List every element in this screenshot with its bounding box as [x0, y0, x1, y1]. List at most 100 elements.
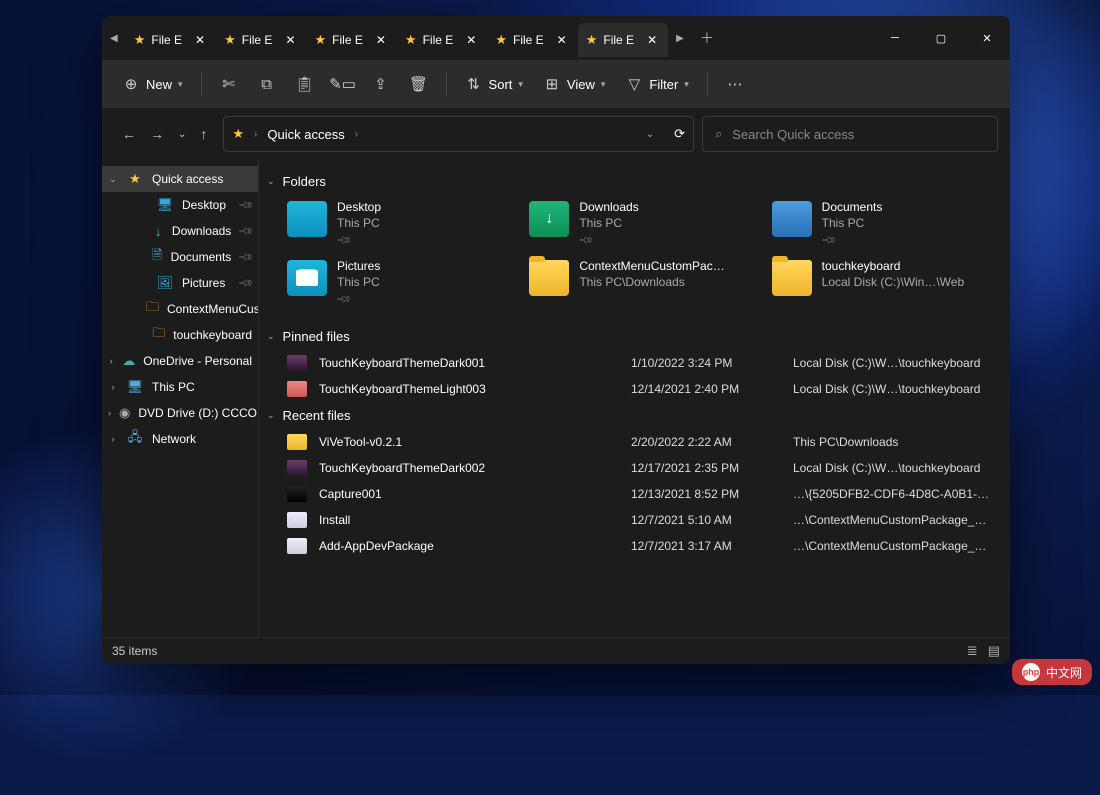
sort-icon: ⇅ — [465, 75, 483, 93]
file-date: 12/14/2021 2:40 PM — [631, 382, 781, 396]
filter-button[interactable]: ▽ Filter ▾ — [617, 69, 696, 99]
large-icons-button[interactable]: ▤ — [988, 643, 1000, 659]
star-icon: ★ — [224, 32, 236, 48]
details-view-button[interactable]: ≣ — [967, 643, 978, 659]
file-row[interactable]: TouchKeyboardThemeLight00312/14/2021 2:4… — [267, 376, 994, 402]
maximize-button[interactable]: ▢ — [918, 22, 964, 54]
folder-location: This PC — [337, 274, 380, 290]
folder-item[interactable]: 🖼︎PicturesThis PC📌︎ — [287, 258, 509, 307]
sidebar-item[interactable]: 🗀ContextMenuCust — [102, 296, 258, 322]
view-button[interactable]: ⊞ View ▾ — [535, 69, 613, 99]
plus-circle-icon: ⊕ — [122, 75, 140, 93]
sidebar-label: Downloads — [172, 224, 231, 238]
recent-locations-button[interactable]: ⌄ — [178, 129, 186, 140]
rename-button[interactable]: ✎▭ — [326, 69, 360, 99]
tab[interactable]: ★ File E ✕ — [126, 23, 216, 57]
tab-active[interactable]: ★ File E ✕ — [578, 23, 668, 57]
chevron-icon: › — [108, 356, 114, 366]
statusbar: 35 items ≣ ▤ — [102, 637, 1010, 664]
new-tab-button[interactable]: ＋ — [692, 28, 722, 48]
chevron-down-icon: ⌄ — [267, 331, 275, 342]
file-row[interactable]: Capture00112/13/2021 8:52 PM…\{5205DFB2-… — [267, 481, 994, 507]
star-icon: ★ — [126, 171, 144, 187]
tab[interactable]: ★ File E ✕ — [397, 23, 487, 57]
downloads-icon: ↓ — [152, 223, 164, 239]
sidebar-item[interactable]: 🗀touchkeyboard — [102, 322, 258, 348]
group-header-pinned[interactable]: ⌄ Pinned files — [267, 323, 994, 350]
sidebar-item[interactable]: 🗎Documents📌︎ — [102, 244, 258, 270]
file-row[interactable]: Add-AppDevPackage12/7/2021 3:17 AM…\Cont… — [267, 533, 994, 559]
address-segment[interactable]: Quick access — [267, 127, 344, 142]
group-header-folders[interactable]: ⌄ Folders — [267, 168, 994, 195]
star-icon: ★ — [315, 32, 327, 48]
paste-button[interactable]: 📋︎ — [288, 69, 322, 99]
folder-item[interactable]: ContextMenuCustomPac…This PC\Downloads — [529, 258, 751, 307]
file-row[interactable]: Install12/7/2021 5:10 AM…\ContextMenuCus… — [267, 507, 994, 533]
tab[interactable]: ★ File E ✕ — [216, 23, 306, 57]
chevron-icon: › — [108, 382, 118, 392]
sidebar-label: DVD Drive (D:) CCCO — [138, 406, 257, 420]
up-button[interactable]: ↑ — [200, 126, 207, 142]
folder-item[interactable]: touchkeyboardLocal Disk (C:)\Win…\Web — [772, 258, 994, 307]
close-icon[interactable]: ✕ — [278, 30, 302, 50]
pin-icon: 📌︎ — [237, 197, 254, 214]
pin-icon: 📌︎ — [576, 232, 595, 251]
dvd-icon: ◉ — [119, 405, 130, 421]
group-header-recent[interactable]: ⌄ Recent files — [267, 402, 994, 429]
file-thumbnail-icon — [287, 538, 307, 554]
sidebar-label: Documents — [171, 250, 232, 264]
sidebar-item[interactable]: ›🖥︎This PC — [102, 374, 258, 400]
new-button[interactable]: ⊕ New ▾ — [114, 69, 191, 99]
sidebar: ⌄★Quick access🖥︎Desktop📌︎ ↓ Downloads 📌︎ 🗎Do… — [102, 160, 259, 637]
address-dropdown[interactable]: ⌄ — [646, 129, 654, 140]
sort-button[interactable]: ⇅ Sort ▾ — [457, 69, 531, 99]
delete-button[interactable]: 🗑︎ — [402, 69, 436, 99]
close-icon[interactable]: ✕ — [459, 30, 483, 50]
sidebar-item[interactable]: 🖼︎Pictures📌︎ — [102, 270, 258, 296]
folder-name: ContextMenuCustomPac… — [579, 258, 724, 274]
close-icon[interactable]: ✕ — [188, 30, 212, 50]
sidebar-item[interactable]: ↓Downloads📌︎ — [102, 218, 258, 244]
file-location: Local Disk (C:)\W…\touchkeyboard — [793, 356, 994, 370]
folder-name: Pictures — [337, 258, 380, 274]
tab-scroll-right[interactable]: ▶ — [668, 33, 692, 44]
cut-button[interactable]: ✄ — [212, 69, 246, 99]
folder-location: This PC — [579, 215, 638, 231]
copy-button[interactable]: ⧉ — [250, 70, 284, 99]
file-name: Install — [319, 513, 619, 527]
more-button[interactable]: ⋯ — [718, 69, 752, 99]
tab-scroll-left[interactable]: ◀ — [102, 33, 126, 44]
file-row[interactable]: ViVeTool-v0.2.12/20/2022 2:22 AMThis PC\… — [267, 429, 994, 455]
close-icon[interactable]: ✕ — [369, 30, 393, 50]
sidebar-item[interactable]: ›🖧Network — [102, 426, 258, 452]
refresh-button[interactable]: ⟳ — [674, 126, 685, 142]
tab[interactable]: ★ File E ✕ — [307, 23, 397, 57]
sidebar-item[interactable]: ›☁OneDrive - Personal — [102, 348, 258, 374]
folder-item[interactable]: ↓DownloadsThis PC📌︎ — [529, 199, 751, 248]
sort-label: Sort — [489, 77, 513, 92]
folder-item[interactable]: DocumentsThis PC📌︎ — [772, 199, 994, 248]
file-row[interactable]: TouchKeyboardThemeDark0011/10/2022 3:24 … — [267, 350, 994, 376]
cut-icon: ✄ — [220, 75, 238, 93]
window-controls: ─ ▢ ✕ — [872, 22, 1010, 54]
file-location: Local Disk (C:)\W…\touchkeyboard — [793, 461, 994, 475]
share-button[interactable]: ⇪ — [364, 69, 398, 99]
close-button[interactable]: ✕ — [964, 22, 1010, 54]
folder-location: This PC — [822, 215, 883, 231]
forward-button[interactable]: → — [150, 126, 164, 142]
address-bar[interactable]: ★ › Quick access › ⌄ ⟳ — [223, 116, 694, 152]
close-icon[interactable]: ✕ — [640, 30, 664, 50]
folder-item[interactable]: DesktopThis PC📌︎ — [287, 199, 509, 248]
sidebar-item[interactable]: 🖥︎Desktop📌︎ — [102, 192, 258, 218]
back-button[interactable]: ← — [122, 126, 136, 142]
file-row[interactable]: TouchKeyboardThemeDark00212/17/2021 2:35… — [267, 455, 994, 481]
minimize-button[interactable]: ─ — [872, 22, 918, 54]
sidebar-item[interactable]: ›◉DVD Drive (D:) CCCO — [102, 400, 258, 426]
pin-icon: 📌︎ — [334, 291, 353, 310]
tab[interactable]: ★ File E ✕ — [487, 23, 577, 57]
close-icon[interactable]: ✕ — [550, 30, 574, 50]
search-input[interactable]: ⌕ Search Quick access — [702, 116, 998, 152]
sidebar-item[interactable]: ⌄★Quick access — [102, 166, 258, 192]
watermark: php 中文网 — [1012, 659, 1092, 685]
file-thumbnail-icon — [287, 512, 307, 528]
